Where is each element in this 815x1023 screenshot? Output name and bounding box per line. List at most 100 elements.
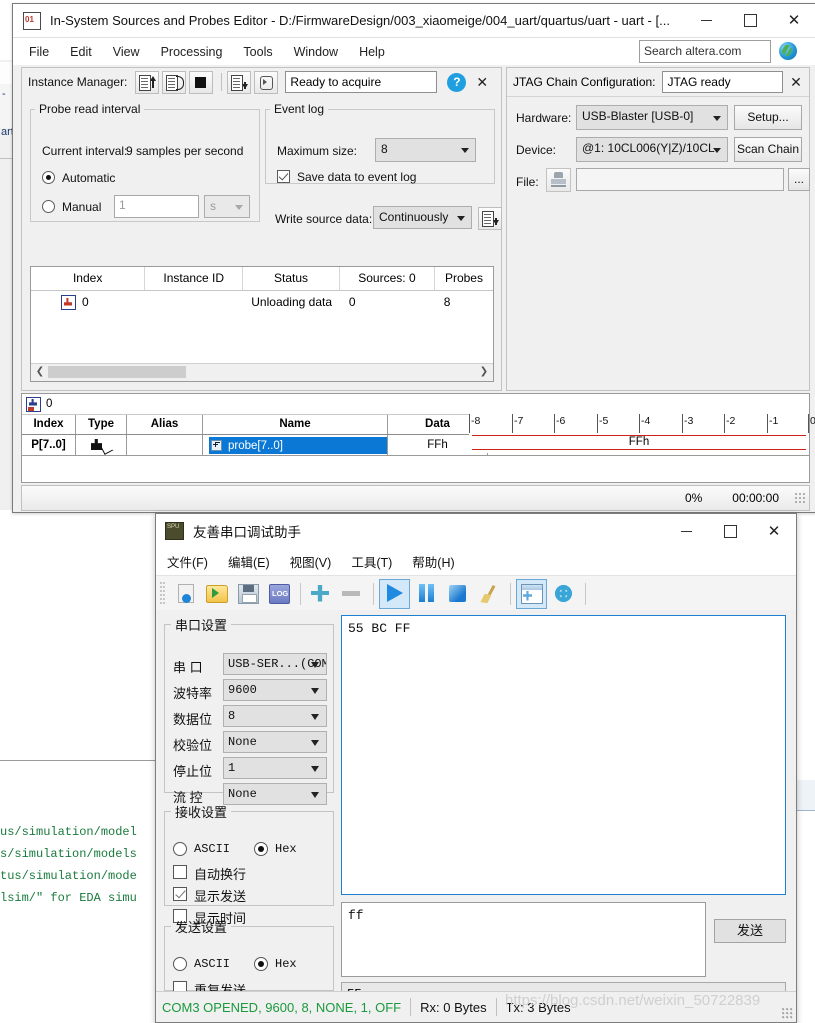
serial-menu-tools[interactable]: 工具(T) (351, 552, 392, 571)
receive-text-area[interactable]: 55 BC FF (341, 615, 786, 895)
send-button[interactable]: 发送 (714, 919, 786, 943)
menu-view[interactable]: View (111, 42, 142, 62)
scroll-left-icon[interactable]: ❮ (32, 364, 48, 380)
continuously-read-probe-data-icon[interactable] (162, 70, 187, 94)
stopbits-label: 停止位 (173, 764, 213, 779)
settings-gear-icon[interactable] (549, 580, 578, 608)
log-icon[interactable] (264, 580, 293, 608)
add-icon[interactable] (306, 580, 335, 608)
scan-chain-button[interactable]: Scan Chain (734, 137, 802, 162)
stop-icon[interactable] (189, 70, 214, 94)
instance-manager-close-icon[interactable]: ✕ (476, 74, 488, 91)
issp-maximize-button[interactable] (728, 5, 772, 37)
serial-menu-help[interactable]: 帮助(H) (412, 552, 454, 571)
save-icon[interactable] (233, 580, 262, 608)
serial-titlebar[interactable]: 友善串口调试助手 ✕ (156, 514, 796, 548)
chip-program-icon[interactable] (546, 168, 571, 192)
menu-tools[interactable]: Tools (241, 42, 274, 62)
serial-menu-view[interactable]: 视图(V) (290, 552, 332, 571)
ruler-tick-label: -3 (684, 415, 694, 427)
file-browse-button[interactable]: ... (788, 168, 810, 191)
open-file-icon[interactable] (171, 580, 200, 608)
open-folder-icon[interactable] (202, 580, 231, 608)
wave-ruler: -8 -7 -6 -5 -4 -3 -2 -1 0 (469, 414, 815, 434)
send-settings-legend: 发送设置 (175, 920, 228, 935)
serial-maximize-button[interactable] (708, 515, 752, 547)
issp-minimize-button[interactable] (684, 5, 728, 37)
serial-menu-edit[interactable]: 编辑(E) (228, 552, 270, 571)
send-hex-radio[interactable] (254, 957, 268, 971)
ruler-tick (808, 414, 809, 433)
automatic-radio[interactable] (42, 171, 55, 184)
ruler-tick (469, 414, 470, 433)
serial-close-button[interactable]: ✕ (752, 515, 796, 547)
recv-ascii-radio[interactable] (173, 842, 187, 856)
auto-newline-checkbox[interactable] (173, 865, 187, 879)
table-row[interactable]: 0 Unloading data 0 8 (31, 291, 493, 313)
wave-signal-cell[interactable]: FFh (469, 433, 809, 453)
menu-processing[interactable]: Processing (159, 42, 225, 62)
play-icon[interactable] (379, 578, 410, 609)
remove-icon[interactable] (337, 580, 366, 608)
wave-alias[interactable] (127, 435, 203, 455)
stopbits-select[interactable]: 1 (223, 757, 327, 779)
instance-icon (26, 396, 41, 412)
instance-manager-status: Ready to acquire (285, 71, 438, 93)
read-probe-data-icon[interactable] (135, 70, 160, 94)
menu-window[interactable]: Window (292, 42, 340, 62)
port-select[interactable]: USB-SER...(COM3 (223, 653, 327, 675)
new-window-icon[interactable] (516, 578, 547, 609)
stop-icon[interactable] (443, 580, 472, 608)
menu-file[interactable]: File (27, 42, 51, 62)
maximum-size-select[interactable]: 8 (375, 138, 476, 162)
ruler-tick (554, 414, 555, 433)
clear-broom-icon[interactable] (474, 580, 503, 608)
save-data-checkbox[interactable] (277, 170, 290, 183)
resize-grip-icon[interactable] (795, 493, 805, 503)
setup-button[interactable]: Setup... (734, 105, 802, 130)
serial-menu-file[interactable]: 文件(F) (167, 552, 208, 571)
databits-select[interactable]: 8 (223, 705, 327, 727)
scrollbar-thumb[interactable] (48, 366, 186, 378)
serial-resize-grip-icon[interactable] (782, 1008, 793, 1019)
wave-signal-value: FFh (628, 436, 650, 448)
write-source-data-icon[interactable] (227, 70, 252, 94)
scroll-right-icon[interactable]: ❯ (476, 364, 492, 380)
wave-name-cell[interactable]: probe[7..0] (209, 437, 387, 454)
write-source-data-select[interactable]: Continuously (373, 206, 472, 229)
pause-icon[interactable] (412, 580, 441, 608)
manual-interval-unit-select[interactable]: s (204, 195, 250, 218)
send-text-area[interactable]: ff (341, 902, 706, 977)
jtag-close-icon[interactable]: ✕ (783, 74, 809, 91)
menu-edit[interactable]: Edit (68, 42, 94, 62)
show-send-checkbox[interactable] (173, 887, 187, 901)
refresh-icon[interactable] (254, 70, 279, 94)
instance-table-hscrollbar[interactable]: ❮ ❯ (31, 363, 493, 381)
manual-interval-input[interactable]: 1 (114, 195, 199, 218)
file-input[interactable] (576, 168, 784, 191)
baudrate-select[interactable]: 9600 (223, 679, 327, 701)
send-ascii-radio[interactable] (173, 957, 187, 971)
write-source-data-now-icon[interactable] (478, 207, 502, 230)
elapsed-time: 00:00:00 (732, 491, 779, 505)
issp-titlebar[interactable]: In-System Sources and Probes Editor - D:… (13, 4, 815, 38)
ruler-tick-label: -2 (726, 415, 736, 427)
ruler-tick-label: 0 (810, 415, 815, 427)
menu-help[interactable]: Help (357, 42, 387, 62)
expand-plus-icon[interactable] (211, 440, 222, 451)
hardware-select[interactable]: USB-Blaster [USB-0] (576, 105, 728, 130)
manual-radio[interactable] (42, 200, 55, 213)
search-input[interactable]: Search altera.com (639, 40, 771, 63)
issp-body: Instance Manager: Ready to acquire ? ✕ P… (13, 65, 815, 512)
issp-close-button[interactable]: ✕ (772, 5, 815, 37)
ruler-tick (724, 414, 725, 433)
device-select[interactable]: @1: 10CL006(Y|Z)/10CL (576, 137, 728, 162)
recv-hex-radio[interactable] (254, 842, 268, 856)
serial-minimize-button[interactable] (664, 515, 708, 547)
toolbar-grip-icon[interactable] (160, 581, 166, 606)
statusbar-separator-2 (495, 998, 497, 1016)
help-icon[interactable]: ? (447, 72, 467, 92)
parity-select[interactable]: None (223, 731, 327, 753)
globe-icon[interactable] (779, 42, 797, 60)
file-label: File: (516, 175, 539, 189)
